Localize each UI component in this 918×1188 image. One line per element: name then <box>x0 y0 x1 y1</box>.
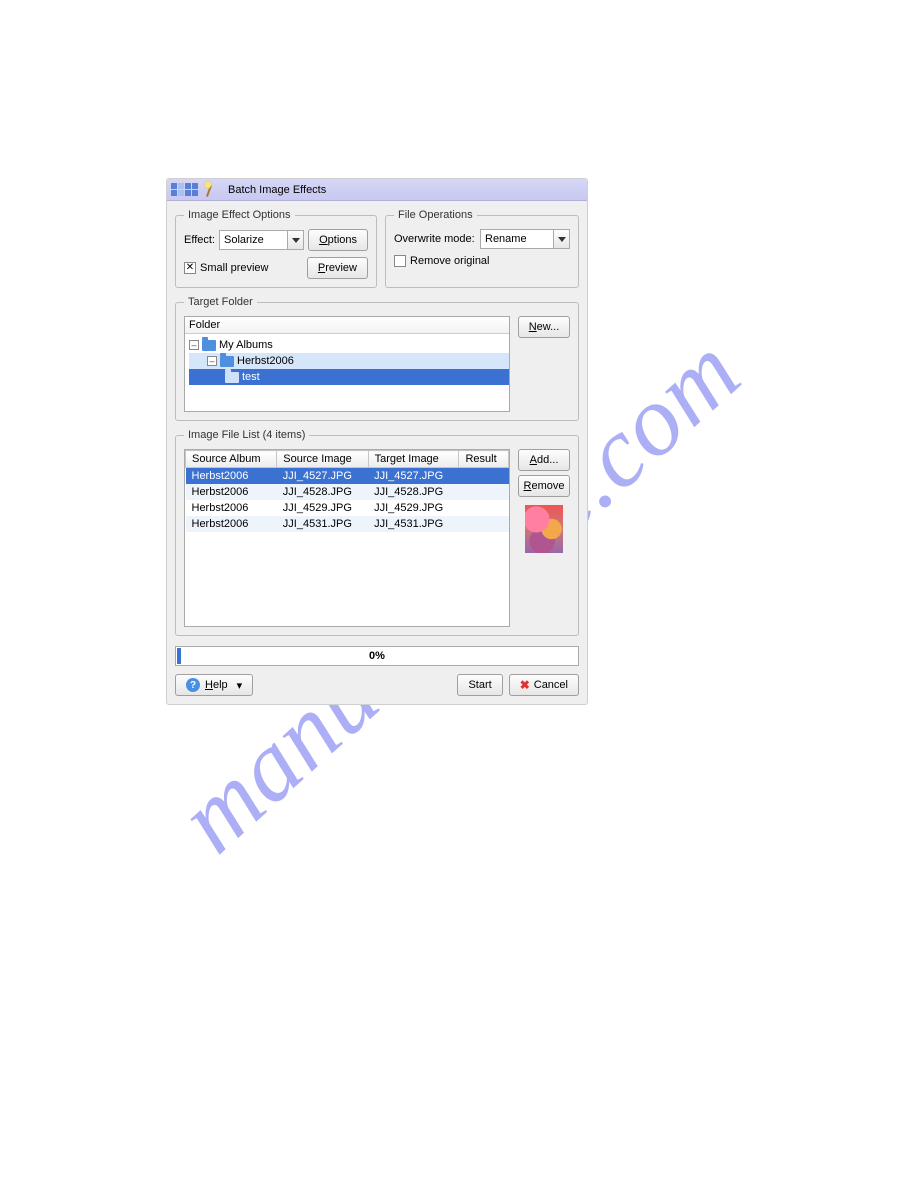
cancel-button[interactable]: ✖ Cancel <box>509 674 579 696</box>
cell-target: JJI_4528.JPG <box>368 484 459 500</box>
image-file-list-group: Image File List (4 items) Source Album S… <box>175 429 579 636</box>
remove-original-checkbox[interactable]: Remove original <box>394 255 570 267</box>
effect-select-value[interactable] <box>220 234 287 246</box>
table-row[interactable]: Herbst2006 JJI_4527.JPG JJI_4527.JPG <box>186 468 509 484</box>
cell-result <box>459 500 509 516</box>
cell-source: JJI_4531.JPG <box>277 516 368 532</box>
col-result[interactable]: Result <box>459 451 509 468</box>
options-button[interactable]: Options <box>308 229 368 251</box>
cell-result <box>459 484 509 500</box>
folder-tree-header: Folder <box>185 317 509 334</box>
effect-select[interactable] <box>219 230 304 250</box>
cell-target: JJI_4527.JPG <box>368 468 459 484</box>
tree-item-herbst2006[interactable]: – Herbst2006 <box>189 353 509 369</box>
cell-album: Herbst2006 <box>186 484 277 500</box>
cell-result <box>459 516 509 532</box>
image-effect-options-group: Image Effect Options Effect: Options ✕ S… <box>175 209 377 288</box>
chevron-down-icon <box>292 238 300 243</box>
cell-source: JJI_4529.JPG <box>277 500 368 516</box>
small-preview-checkbox[interactable]: ✕ Small preview <box>184 262 268 274</box>
cell-source: JJI_4528.JPG <box>277 484 368 500</box>
cell-source: JJI_4527.JPG <box>277 468 368 484</box>
file-operations-group: File Operations Overwrite mode: Remove o… <box>385 209 579 288</box>
small-preview-label: Small preview <box>200 262 268 274</box>
dialog-title: Batch Image Effects <box>228 184 326 196</box>
wand-icon <box>202 182 218 198</box>
expand-toggle-icon[interactable]: – <box>189 340 199 350</box>
checkbox-icon: ✕ <box>184 262 196 274</box>
progress-bar: 0% <box>175 646 579 666</box>
overwrite-mode-label: Overwrite mode: <box>394 233 474 245</box>
remove-original-label: Remove original <box>410 255 490 267</box>
start-button[interactable]: Start <box>457 674 502 696</box>
chevron-down-icon: ▾ <box>237 679 243 692</box>
cell-album: Herbst2006 <box>186 516 277 532</box>
remove-button[interactable]: Remove <box>518 475 570 497</box>
image-file-table[interactable]: Source Album Source Image Target Image R… <box>184 449 510 627</box>
close-icon: ✖ <box>520 678 530 692</box>
help-button[interactable]: ? Help ▾ <box>175 674 253 696</box>
tree-item-label: Herbst2006 <box>237 355 294 367</box>
cell-target: JJI_4531.JPG <box>368 516 459 532</box>
cancel-label: Cancel <box>534 679 568 691</box>
tree-item-test[interactable]: test <box>189 369 509 385</box>
col-source-image[interactable]: Source Image <box>277 451 368 468</box>
target-folder-group: Target Folder Folder – My Albums – Herbs… <box>175 296 579 421</box>
cell-album: Herbst2006 <box>186 468 277 484</box>
help-icon: ? <box>186 678 200 692</box>
checkbox-icon <box>394 255 406 267</box>
overwrite-mode-value[interactable] <box>481 233 553 245</box>
overwrite-mode-dropdown[interactable] <box>553 230 569 248</box>
image-effect-options-legend: Image Effect Options <box>184 209 295 221</box>
preview-button[interactable]: Preview <box>307 257 368 279</box>
batch-image-effects-dialog: Batch Image Effects Image Effect Options… <box>166 178 588 705</box>
progress-percent: 0% <box>369 650 385 662</box>
folder-icon <box>220 356 234 367</box>
cell-album: Herbst2006 <box>186 500 277 516</box>
chevron-down-icon <box>558 237 566 242</box>
overwrite-mode-select[interactable] <box>480 229 570 249</box>
effect-label: Effect: <box>184 234 215 246</box>
expand-toggle-icon[interactable]: – <box>207 356 217 366</box>
tree-item-label: test <box>242 371 260 383</box>
effect-select-dropdown[interactable] <box>287 231 303 249</box>
progress-fill <box>177 648 181 664</box>
folder-icon <box>225 372 239 383</box>
target-folder-legend: Target Folder <box>184 296 257 308</box>
image-file-list-legend: Image File List (4 items) <box>184 429 309 441</box>
app-grid-icon <box>171 183 198 196</box>
col-target-image[interactable]: Target Image <box>368 451 459 468</box>
folder-tree[interactable]: Folder – My Albums – Herbst2006 test <box>184 316 510 412</box>
table-row[interactable]: Herbst2006 JJI_4528.JPG JJI_4528.JPG <box>186 484 509 500</box>
tree-item-my-albums[interactable]: – My Albums <box>189 337 509 353</box>
file-operations-legend: File Operations <box>394 209 477 221</box>
new-folder-button[interactable]: New... <box>518 316 570 338</box>
preview-thumbnail <box>525 505 563 553</box>
table-row[interactable]: Herbst2006 JJI_4529.JPG JJI_4529.JPG <box>186 500 509 516</box>
cell-result <box>459 468 509 484</box>
add-button[interactable]: Add... <box>518 449 570 471</box>
cell-target: JJI_4529.JPG <box>368 500 459 516</box>
col-source-album[interactable]: Source Album <box>186 451 277 468</box>
dialog-title-bar: Batch Image Effects <box>167 179 587 201</box>
table-row[interactable]: Herbst2006 JJI_4531.JPG JJI_4531.JPG <box>186 516 509 532</box>
folder-icon <box>202 340 216 351</box>
tree-item-label: My Albums <box>219 339 273 351</box>
